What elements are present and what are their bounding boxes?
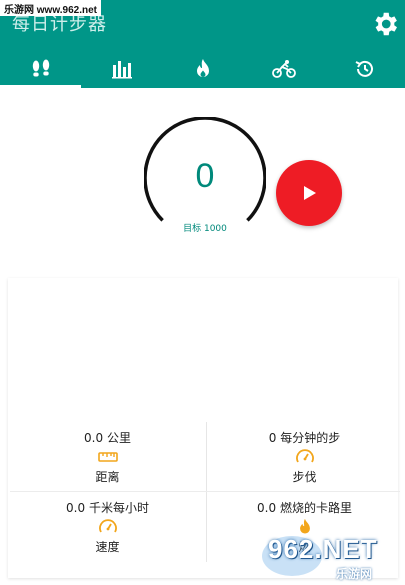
distance-value: 0.0 公里 bbox=[84, 431, 131, 445]
flame-icon bbox=[196, 59, 209, 77]
step-count: 0 bbox=[195, 157, 215, 195]
distance-label: 距离 bbox=[95, 470, 120, 484]
play-icon bbox=[304, 186, 316, 200]
footsteps-icon bbox=[32, 59, 49, 77]
site-logo-watermark: 962.NET 乐游网 bbox=[262, 532, 405, 585]
logo-main-text: 962.NET bbox=[268, 534, 378, 564]
step-goal: 目标 1000 bbox=[183, 224, 227, 234]
gear-icon bbox=[375, 12, 397, 36]
ruler-icon bbox=[97, 452, 118, 462]
stat-distance: 0.0 公里 距离 bbox=[10, 422, 205, 492]
tab-history[interactable] bbox=[324, 50, 405, 88]
stat-pace: 0 每分钟的步 步伐 bbox=[207, 422, 402, 492]
speed-value: 0.0 千米每小时 bbox=[66, 501, 149, 515]
speedometer-icon bbox=[295, 449, 314, 463]
tab-bar bbox=[0, 50, 405, 88]
pace-value: 0 每分钟的步 bbox=[268, 431, 341, 445]
site-watermark: 乐游网 www.962.net bbox=[0, 0, 101, 16]
start-button[interactable] bbox=[276, 160, 342, 226]
stat-speed: 0.0 千米每小时 速度 bbox=[10, 492, 205, 562]
tab-steps[interactable] bbox=[0, 50, 81, 88]
speedometer-icon bbox=[98, 519, 117, 533]
settings-button[interactable] bbox=[365, 4, 405, 44]
tab-chart[interactable] bbox=[81, 50, 162, 88]
bar-chart-icon bbox=[111, 61, 132, 79]
step-gauge: 0 目标 1000 bbox=[143, 116, 267, 239]
history-clock-icon bbox=[355, 60, 373, 77]
cyclist-icon bbox=[271, 60, 296, 78]
pace-label: 步伐 bbox=[292, 470, 317, 484]
calories-value: 0.0 燃烧的卡路里 bbox=[257, 501, 352, 515]
speed-label: 速度 bbox=[95, 540, 120, 554]
tab-calories[interactable] bbox=[162, 50, 243, 88]
tab-cycling[interactable] bbox=[243, 50, 324, 88]
logo-sub-text: 乐游网 bbox=[336, 567, 373, 581]
